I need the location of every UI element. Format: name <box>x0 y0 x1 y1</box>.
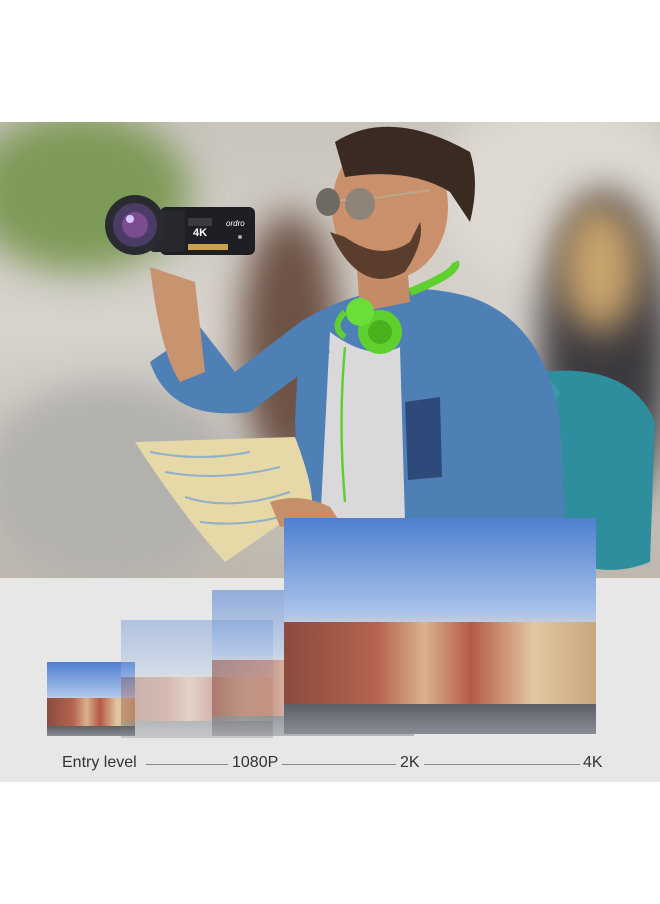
camera-brand-text: ordro <box>226 219 245 228</box>
level-label-entry: Entry level <box>62 754 137 771</box>
level-label-1080p: 1080P <box>232 754 279 771</box>
man-illustration: 4K ordro <box>105 126 655 570</box>
scale-line-3 <box>424 764 580 765</box>
camcorder-illustration: 4K ordro <box>105 195 255 255</box>
4k-frame <box>284 518 596 734</box>
scale-line-1 <box>146 764 228 765</box>
hero-photo: 4K ordro <box>0 122 660 580</box>
scale-line-2 <box>282 764 396 765</box>
level-label-4k: 4K <box>583 754 603 771</box>
level-label-2k: 2K <box>400 754 420 771</box>
camera-badge-text: 4K <box>193 227 207 239</box>
